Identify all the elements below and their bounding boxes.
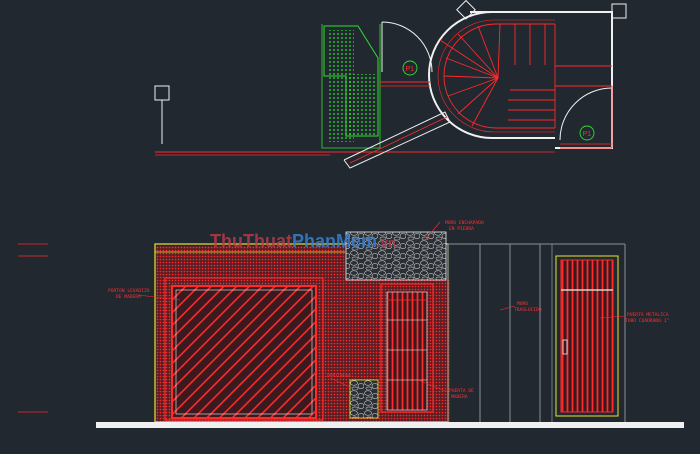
- watermark-part-2: PhanMem: [292, 231, 377, 251]
- garage-door: [164, 277, 324, 421]
- watermark-part-3: .vn: [377, 235, 396, 250]
- door-swing-arc-1: [381, 21, 433, 73]
- corner-column-1: [611, 3, 627, 19]
- note-wood-door-1: PUERTA DE: [449, 388, 474, 394]
- note-garage-door-2: DE MADERA: [116, 294, 141, 300]
- note-metal-door-1: PUERTA METALICA: [627, 312, 669, 318]
- wood-door: [380, 283, 434, 413]
- planter-elevation: [349, 379, 379, 419]
- note-glass-wall-2: TRASLUCIDO: [514, 307, 542, 313]
- floor-plan: P1 P1: [154, 0, 627, 169]
- spiral-staircase: [428, 0, 627, 149]
- watermark: ThuThuatPhanMem.vn: [210, 231, 396, 251]
- note-planter: JARDINERA: [326, 373, 351, 379]
- corner-column-2: [456, 0, 476, 20]
- column-marker: [154, 85, 170, 101]
- door-tag-label-2: P1: [583, 131, 592, 138]
- ground-line: [96, 422, 684, 428]
- door-tag-label-1: P1: [406, 66, 415, 73]
- cad-drawing-canvas: P1 P1 MURO ENCHAPADO EN PIEDRA PORTON LE…: [18, 0, 684, 428]
- note-garage-door-1: PORTON LEVADIZO: [108, 288, 150, 294]
- note-glass-wall-1: MURO: [517, 301, 528, 307]
- note-stone-wall-1: MURO ENCHAPADO: [445, 220, 484, 226]
- svg-text:ThuThuatPhanMem.vn: ThuThuatPhanMem.vn: [210, 231, 396, 251]
- note-metal-door-2: TUBO CUADRADO 1": [625, 318, 669, 324]
- metal-door: [555, 255, 619, 417]
- watermark-part-1: ThuThuat: [210, 231, 292, 251]
- planter-plan: [321, 24, 381, 149]
- front-elevation: MURO ENCHAPADO EN PIEDRA PORTON LEVADIZO…: [18, 220, 684, 428]
- note-wood-door-2: MADERA: [451, 394, 468, 400]
- note-stone-wall-2: EN PIEDRA: [449, 226, 474, 232]
